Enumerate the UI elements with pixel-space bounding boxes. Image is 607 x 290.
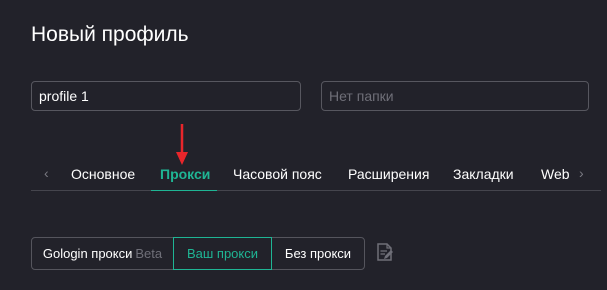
tab-extensions[interactable]: Расширения: [348, 166, 429, 183]
tab-web[interactable]: Web: [541, 166, 570, 183]
gologin-proxy-button[interactable]: Gologin прокси Beta: [31, 237, 174, 270]
gologin-proxy-label: Gologin прокси: [42, 246, 133, 261]
no-proxy-button[interactable]: Без прокси: [271, 237, 365, 270]
tabs-bar: ‹ Основное Прокси Часовой пояс Расширени…: [31, 158, 601, 191]
folder-input[interactable]: [321, 81, 589, 111]
own-proxy-button[interactable]: Ваш прокси: [173, 237, 272, 270]
own-proxy-label: Ваш прокси: [186, 246, 259, 261]
edit-notes-icon[interactable]: [376, 242, 394, 262]
tab-scroll-right-icon[interactable]: ›: [579, 164, 584, 182]
tabs-viewport: Основное Прокси Часовой пояс Расширения …: [31, 158, 571, 191]
no-proxy-label: Без прокси: [284, 246, 352, 261]
beta-badge: Beta: [135, 246, 163, 261]
active-tab-underline: [151, 190, 217, 191]
profile-name-input[interactable]: [31, 81, 301, 111]
tab-bookmarks[interactable]: Закладки: [453, 166, 514, 183]
tab-general[interactable]: Основное: [71, 166, 135, 183]
tab-proxy[interactable]: Прокси: [160, 166, 210, 183]
page-title: Новый профиль: [31, 23, 189, 46]
tab-timezone[interactable]: Часовой пояс: [233, 166, 322, 183]
proxy-type-selector: Gologin прокси Beta Ваш прокси Без прокси: [31, 237, 365, 270]
